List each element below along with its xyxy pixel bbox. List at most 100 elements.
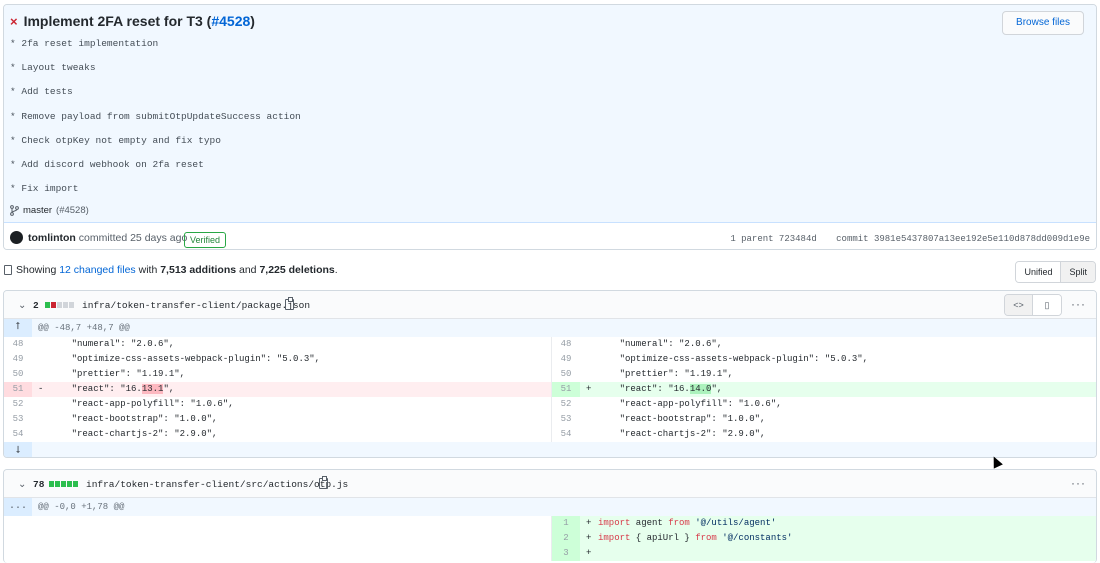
pr-link[interactable]: #4528 xyxy=(211,13,250,29)
diff-right-line: 53 "react-bootstrap": "1.0.0", xyxy=(551,412,1096,427)
line-number[interactable]: 49 xyxy=(552,352,580,367)
more-options-icon[interactable]: ··· xyxy=(1071,476,1086,490)
code-text: import { apiUrl } from '@/constants' xyxy=(598,531,792,546)
commit-message-line: * 2fa reset implementation xyxy=(10,38,159,49)
code-text: "optimize-css-assets-webpack-plugin": "5… xyxy=(598,354,869,364)
code-text: "react-bootstrap": "1.0.0", xyxy=(598,414,766,424)
code-after: ", xyxy=(163,384,175,394)
diff-line-count: 78 xyxy=(33,479,45,490)
addition-marker: + xyxy=(586,518,592,528)
line-number[interactable]: 1 xyxy=(552,516,580,531)
line-number[interactable]: 50 xyxy=(552,367,580,382)
diff-left-line: 52 "react-app-polyfill": "1.0.6", xyxy=(4,397,551,412)
diff-row: 54 "react-chartjs-2": "2.9.0", 54 "react… xyxy=(4,427,1096,442)
line-number[interactable]: 52 xyxy=(552,397,580,412)
diff-left-line: 50 "prettier": "1.19.1", xyxy=(4,367,551,382)
browse-files-button[interactable]: Browse files xyxy=(1002,11,1084,35)
diff-left-line: 54 "react-chartjs-2": "2.9.0", xyxy=(4,427,551,442)
diff-right-line: 54 "react-chartjs-2": "2.9.0", xyxy=(551,427,1096,442)
line-number[interactable]: 48 xyxy=(4,337,32,352)
copy-path-icon[interactable] xyxy=(285,297,294,310)
code-text: "react-app-polyfill": "1.0.6", xyxy=(598,399,782,409)
line-number[interactable]: 3 xyxy=(552,546,580,561)
line-number[interactable]: 2 xyxy=(552,531,580,546)
commit-message-line: * Remove payload from submitOtpUpdateSuc… xyxy=(10,111,301,122)
diff-row: 52 "react-app-polyfill": "1.0.6", 52 "re… xyxy=(4,397,1096,412)
line-number[interactable]: 49 xyxy=(4,352,32,367)
avatar[interactable] xyxy=(10,231,23,244)
empty-left-line xyxy=(4,516,551,531)
split-view-button[interactable]: Split xyxy=(1061,262,1095,282)
diff-summary: Showing 12 changed files with 7,513 addi… xyxy=(4,264,338,276)
chevron-down-icon[interactable]: ⌄ xyxy=(18,479,26,490)
line-number[interactable]: 54 xyxy=(4,427,32,442)
diff-right-line: 48 "numeral": "2.0.6", xyxy=(551,337,1096,352)
parent-sha[interactable]: 1 parent 723484d xyxy=(730,234,816,244)
file-header: ⌄ 78 infra/token-transfer-client/src/act… xyxy=(4,470,1096,498)
diffstat-block xyxy=(69,302,74,308)
summary-with: with xyxy=(138,264,158,276)
code-text: "numeral": "2.0.6", xyxy=(598,339,723,349)
diffstat-block xyxy=(61,481,66,487)
code-before: "react": "16. xyxy=(598,384,690,394)
commit-title: × Implement 2FA reset for T3 ( #4528 ) xyxy=(10,13,255,29)
line-number[interactable]: 51 xyxy=(552,382,580,397)
code-text: "numeral": "2.0.6", xyxy=(50,339,175,349)
line-number[interactable]: 52 xyxy=(4,397,32,412)
diffstat-block xyxy=(49,481,54,487)
expand-all-icon[interactable]: ... xyxy=(4,498,32,516)
deletions-count: 7,225 deletions xyxy=(259,264,335,276)
file-view-buttons: <> ▯ xyxy=(1004,294,1062,316)
empty-left-line xyxy=(4,531,551,546)
branch-pr[interactable]: (#4528) xyxy=(56,205,89,216)
failed-status-icon[interactable]: × xyxy=(10,14,18,29)
chevron-down-icon[interactable]: ⌄ xyxy=(18,300,26,311)
code-text: "prettier": "1.19.1", xyxy=(598,369,734,379)
more-options-icon[interactable]: ··· xyxy=(1071,297,1086,311)
commit-message-line: * Fix import xyxy=(10,183,79,194)
code-text: "react-bootstrap": "1.0.0", xyxy=(50,414,218,424)
diffstat-block xyxy=(67,481,72,487)
code-view-icon[interactable]: <> xyxy=(1005,295,1033,315)
code-text: "react": "16.13.1", xyxy=(50,382,174,397)
diff-row: 2 + import { apiUrl } from '@/constants' xyxy=(4,531,1096,546)
string-literal: '@/utils/agent' xyxy=(689,518,777,528)
author-name[interactable]: tomlinton xyxy=(28,232,76,244)
diff-row: 3 + xyxy=(4,546,1096,561)
diff-row: 49 "optimize-css-assets-webpack-plugin":… xyxy=(4,352,1096,367)
copy-path-icon[interactable] xyxy=(319,476,328,489)
rich-view-icon[interactable]: ▯ xyxy=(1033,295,1061,315)
file-path[interactable]: infra/token-transfer-client/package.json xyxy=(82,300,310,311)
line-number[interactable]: 50 xyxy=(4,367,32,382)
commit-author-row: tomlinton committed 25 days ago Verified… xyxy=(4,223,1096,249)
keyword: from xyxy=(668,518,690,528)
expand-down-icon[interactable]: ⭣ xyxy=(4,442,32,457)
branch-name[interactable]: master xyxy=(23,205,52,216)
file-path[interactable]: infra/token-transfer-client/src/actions/… xyxy=(86,479,348,490)
file-diff-icon xyxy=(4,265,12,275)
commit-sha: commit 3981e5437807a13ee192e5e110d878dd0… xyxy=(836,234,1090,244)
commit-message-line: * Layout tweaks xyxy=(10,62,96,73)
commit-date: committed 25 days ago xyxy=(78,232,188,244)
addition-marker: + xyxy=(586,533,592,543)
line-number[interactable]: 53 xyxy=(552,412,580,427)
code-before: "react": "16. xyxy=(50,384,142,394)
empty-left-line xyxy=(4,546,551,561)
expand-up-icon[interactable]: ⭡ xyxy=(4,319,32,337)
added-line: 3 + xyxy=(551,546,1096,561)
line-number[interactable]: 48 xyxy=(552,337,580,352)
line-number[interactable]: 51 xyxy=(4,382,32,397)
changed-files-link[interactable]: 12 changed files xyxy=(59,264,135,276)
diff-row: 48 "numeral": "2.0.6", 48 "numeral": "2.… xyxy=(4,337,1096,352)
code-text: "react-app-polyfill": "1.0.6", xyxy=(50,399,234,409)
hunk-header: ⭡ @@ -48,7 +48,7 @@ xyxy=(4,319,1096,337)
string-literal: '@/constants' xyxy=(716,533,793,543)
line-number[interactable]: 53 xyxy=(4,412,32,427)
identifier: agent xyxy=(630,518,669,528)
deleted-line: 51 - "react": "16.13.1", xyxy=(4,382,551,397)
unified-view-button[interactable]: Unified xyxy=(1016,262,1062,282)
verified-badge[interactable]: Verified xyxy=(184,232,227,248)
hunk-range: @@ -0,0 +1,78 @@ xyxy=(38,502,125,512)
line-number[interactable]: 54 xyxy=(552,427,580,442)
code-text: "react-chartjs-2": "2.9.0", xyxy=(50,429,218,439)
